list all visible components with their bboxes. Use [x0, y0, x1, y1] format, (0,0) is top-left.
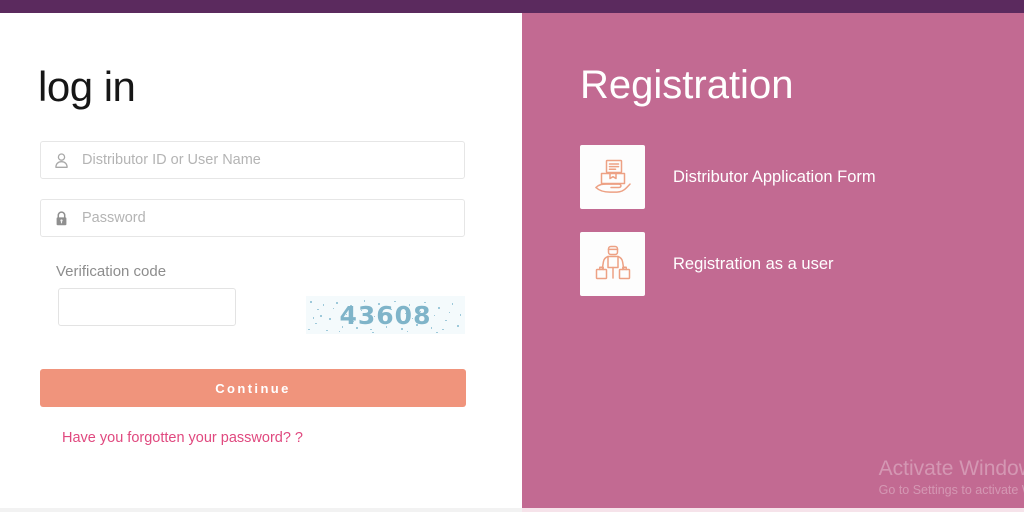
forgot-password-link[interactable]: Have you forgotten your password? ? [62, 430, 303, 446]
package-in-hand-icon [590, 154, 636, 200]
watermark-line-2: Go to Settings to activate Windows. [878, 483, 1024, 497]
user-icon [53, 152, 70, 169]
windows-activation-watermark: Activate Windows Go to Settings to activ… [879, 456, 1024, 498]
watermark-line-1: Activate Windows [878, 457, 1024, 480]
registration-user-tile [580, 232, 645, 296]
registration-panel: Registration Distributor Application For… [522, 13, 1024, 512]
verification-code-label: Verification code [56, 263, 167, 280]
page-container: log in Distributor ID or User Name Passw… [0, 13, 1024, 512]
page-title: log in [38, 63, 136, 110]
username-placeholder: Distributor ID or User Name [82, 152, 261, 168]
password-placeholder: Password [82, 210, 146, 226]
lock-icon [53, 210, 70, 227]
username-field[interactable]: Distributor ID or User Name [40, 141, 465, 179]
distributor-application-tile [580, 145, 645, 209]
captcha-image[interactable]: 43608 [306, 296, 465, 334]
continue-button[interactable]: Continue [40, 369, 466, 407]
registration-title: Registration [580, 63, 794, 107]
login-panel: log in Distributor ID or User Name Passw… [0, 13, 522, 512]
password-field[interactable]: Password [40, 199, 465, 237]
registration-item-registration-as-a-user[interactable]: Registration as a user [580, 232, 834, 296]
top-purple-bar [0, 0, 1024, 13]
registration-item-distributor-application-form[interactable]: Distributor Application Form [580, 145, 876, 209]
verification-code-input[interactable] [58, 288, 236, 326]
bottom-strip-right [522, 508, 1024, 512]
registration-item-label: Distributor Application Form [673, 167, 876, 186]
registration-item-label: Registration as a user [673, 254, 834, 273]
person-with-bags-icon [590, 241, 636, 287]
captcha-text: 43608 [339, 300, 432, 330]
